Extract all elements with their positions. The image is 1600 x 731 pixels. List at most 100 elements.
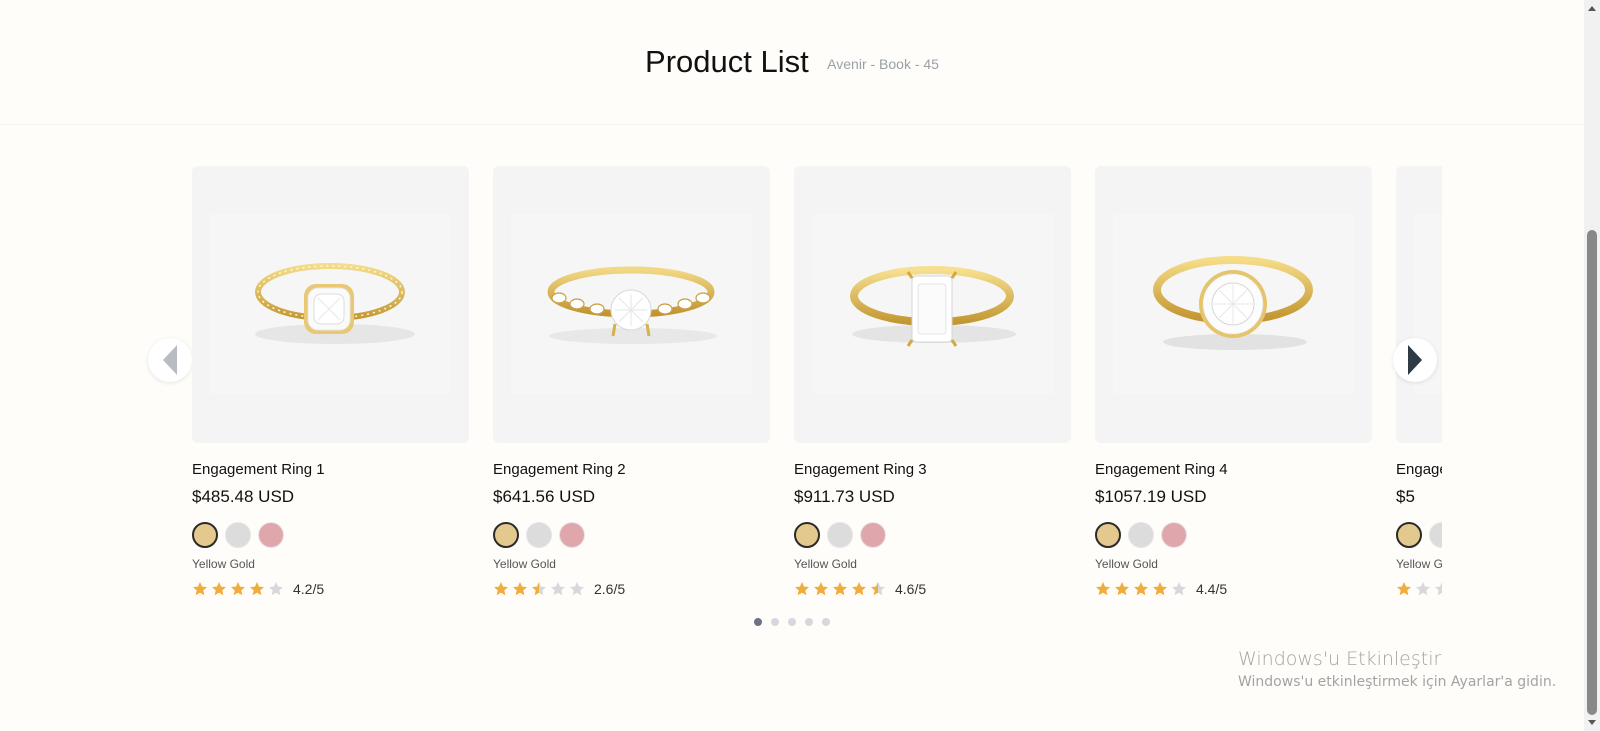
chevron-right-icon bbox=[1408, 345, 1422, 375]
star-half-icon bbox=[532, 582, 546, 596]
vertical-scrollbar[interactable] bbox=[1584, 0, 1600, 731]
product-rating bbox=[1396, 581, 1442, 597]
metal-swatches bbox=[1396, 522, 1442, 550]
rating-value: 4.4/5 bbox=[1196, 581, 1228, 597]
product-rating: 2.6/5 bbox=[493, 581, 625, 597]
star-full-icon bbox=[231, 582, 245, 596]
star-full-icon bbox=[814, 582, 828, 596]
product-price: $911.73 USD bbox=[794, 487, 895, 506]
swatch-white-gold[interactable] bbox=[225, 522, 251, 548]
star-full-icon bbox=[212, 582, 226, 596]
carousel-next-button[interactable] bbox=[1393, 338, 1437, 382]
product-card[interactable]: Engagement Ring 3 $911.73 USD Yellow Gol… bbox=[794, 166, 1071, 606]
selected-metal-label: Yellow Gold bbox=[192, 557, 255, 571]
product-name[interactable]: Engagement Ring 4 bbox=[1095, 461, 1228, 478]
product-price: $1057.19 USD bbox=[1095, 487, 1207, 506]
title-wrap: Product List Avenir - Book - 45 bbox=[0, 44, 1584, 80]
metal-swatches bbox=[192, 522, 284, 550]
star-rating bbox=[1396, 581, 1442, 597]
product-carousel: Engagement Ring 1 $485.48 USD Yellow Gol… bbox=[192, 166, 1442, 606]
windows-activation-watermark: Windows'u Etkinleştir Windows'u etkinleş… bbox=[1238, 648, 1556, 690]
product-image bbox=[812, 214, 1053, 394]
star-full-icon bbox=[494, 582, 508, 596]
swatch-white-gold[interactable] bbox=[1128, 522, 1154, 548]
rating-value: 4.2/5 bbox=[293, 581, 325, 597]
star-full-icon bbox=[795, 582, 809, 596]
product-image-frame[interactable] bbox=[794, 166, 1071, 443]
star-empty-icon bbox=[551, 582, 565, 596]
metal-swatches bbox=[1095, 522, 1187, 550]
selected-metal-label: Yellow Gold bbox=[1095, 557, 1158, 571]
product-name[interactable]: Engagement Ring 3 bbox=[794, 461, 927, 478]
carousel-dot[interactable] bbox=[754, 618, 762, 626]
swatch-rose-gold[interactable] bbox=[559, 522, 585, 548]
product-image bbox=[210, 214, 451, 394]
star-empty-icon bbox=[269, 582, 283, 596]
star-full-icon bbox=[513, 582, 527, 596]
product-image-frame[interactable] bbox=[493, 166, 770, 443]
scroll-thumb[interactable] bbox=[1587, 230, 1597, 715]
swatch-white-gold[interactable] bbox=[827, 522, 853, 548]
carousel-dot[interactable] bbox=[805, 618, 813, 626]
swatch-yellow-gold[interactable] bbox=[1095, 522, 1121, 548]
star-half-icon bbox=[871, 582, 885, 596]
swatch-yellow-gold[interactable] bbox=[794, 522, 820, 548]
product-image-frame[interactable] bbox=[192, 166, 469, 443]
metal-swatches bbox=[794, 522, 886, 550]
selected-metal-label: Yellow Gold bbox=[493, 557, 556, 571]
product-image-frame[interactable] bbox=[1095, 166, 1372, 443]
star-full-icon bbox=[1397, 582, 1411, 596]
selected-metal-label: Yellow Gold bbox=[1396, 557, 1442, 571]
carousel-dot[interactable] bbox=[788, 618, 796, 626]
swatch-yellow-gold[interactable] bbox=[493, 522, 519, 548]
carousel-dot[interactable] bbox=[822, 618, 830, 626]
page-header: Product List Avenir - Book - 45 bbox=[0, 0, 1584, 125]
product-name[interactable]: Engagement Ring 5 bbox=[1396, 461, 1442, 478]
product-rating: 4.2/5 bbox=[192, 581, 324, 597]
product-card[interactable]: Engagement Ring 4 $1057.19 USD Yellow Go… bbox=[1095, 166, 1372, 606]
star-full-icon bbox=[250, 582, 264, 596]
star-empty-icon bbox=[1435, 582, 1442, 596]
star-full-icon bbox=[1096, 582, 1110, 596]
carousel-dot[interactable] bbox=[771, 618, 779, 626]
page-subtitle: Avenir - Book - 45 bbox=[827, 56, 939, 72]
watermark-subtitle: Windows'u etkinleştirmek için Ayarlar'a … bbox=[1238, 674, 1557, 690]
product-name[interactable]: Engagement Ring 1 bbox=[192, 461, 325, 478]
product-image bbox=[511, 214, 752, 394]
swatch-rose-gold[interactable] bbox=[1161, 522, 1187, 548]
ring-image-cushion-halo bbox=[255, 263, 415, 344]
star-full-icon bbox=[1134, 582, 1148, 596]
star-empty-icon bbox=[1172, 582, 1186, 596]
selected-metal-label: Yellow Gold bbox=[794, 557, 857, 571]
carousel-track: Engagement Ring 1 $485.48 USD Yellow Gol… bbox=[192, 166, 1442, 606]
product-price: $641.56 USD bbox=[493, 487, 596, 506]
product-card[interactable]: Engagement Ring 1 $485.48 USD Yellow Gol… bbox=[192, 166, 469, 606]
product-rating: 4.6/5 bbox=[794, 581, 926, 597]
swatch-white-gold[interactable] bbox=[1429, 522, 1442, 548]
carousel-prev-button[interactable] bbox=[148, 338, 192, 382]
scroll-up-arrow-icon[interactable] bbox=[1588, 6, 1596, 11]
swatch-white-gold[interactable] bbox=[526, 522, 552, 548]
metal-swatches bbox=[493, 522, 585, 550]
swatch-yellow-gold[interactable] bbox=[192, 522, 218, 548]
scroll-down-arrow-icon[interactable] bbox=[1588, 720, 1596, 725]
product-image-frame[interactable] bbox=[1396, 166, 1442, 443]
star-full-icon bbox=[833, 582, 847, 596]
star-rating bbox=[192, 581, 284, 597]
star-full-icon bbox=[1153, 582, 1167, 596]
star-full-icon bbox=[193, 582, 207, 596]
swatch-yellow-gold[interactable] bbox=[1396, 522, 1422, 548]
ring-image-vintage-band bbox=[547, 266, 717, 344]
product-name[interactable]: Engagement Ring 2 bbox=[493, 461, 626, 478]
star-full-icon bbox=[852, 582, 866, 596]
product-card[interactable]: Engagement Ring 5 $5 Yellow Gold bbox=[1396, 166, 1442, 606]
ring-image-emerald-solitaire bbox=[850, 266, 1016, 347]
product-card[interactable]: Engagement Ring 2 $641.56 USD Yellow Gol… bbox=[493, 166, 770, 606]
star-rating bbox=[1095, 581, 1187, 597]
swatch-rose-gold[interactable] bbox=[860, 522, 886, 548]
chevron-left-icon bbox=[163, 345, 177, 375]
star-rating bbox=[794, 581, 886, 597]
product-rating: 4.4/5 bbox=[1095, 581, 1227, 597]
swatch-rose-gold[interactable] bbox=[258, 522, 284, 548]
watermark-title: Windows'u Etkinleştir bbox=[1238, 648, 1442, 670]
